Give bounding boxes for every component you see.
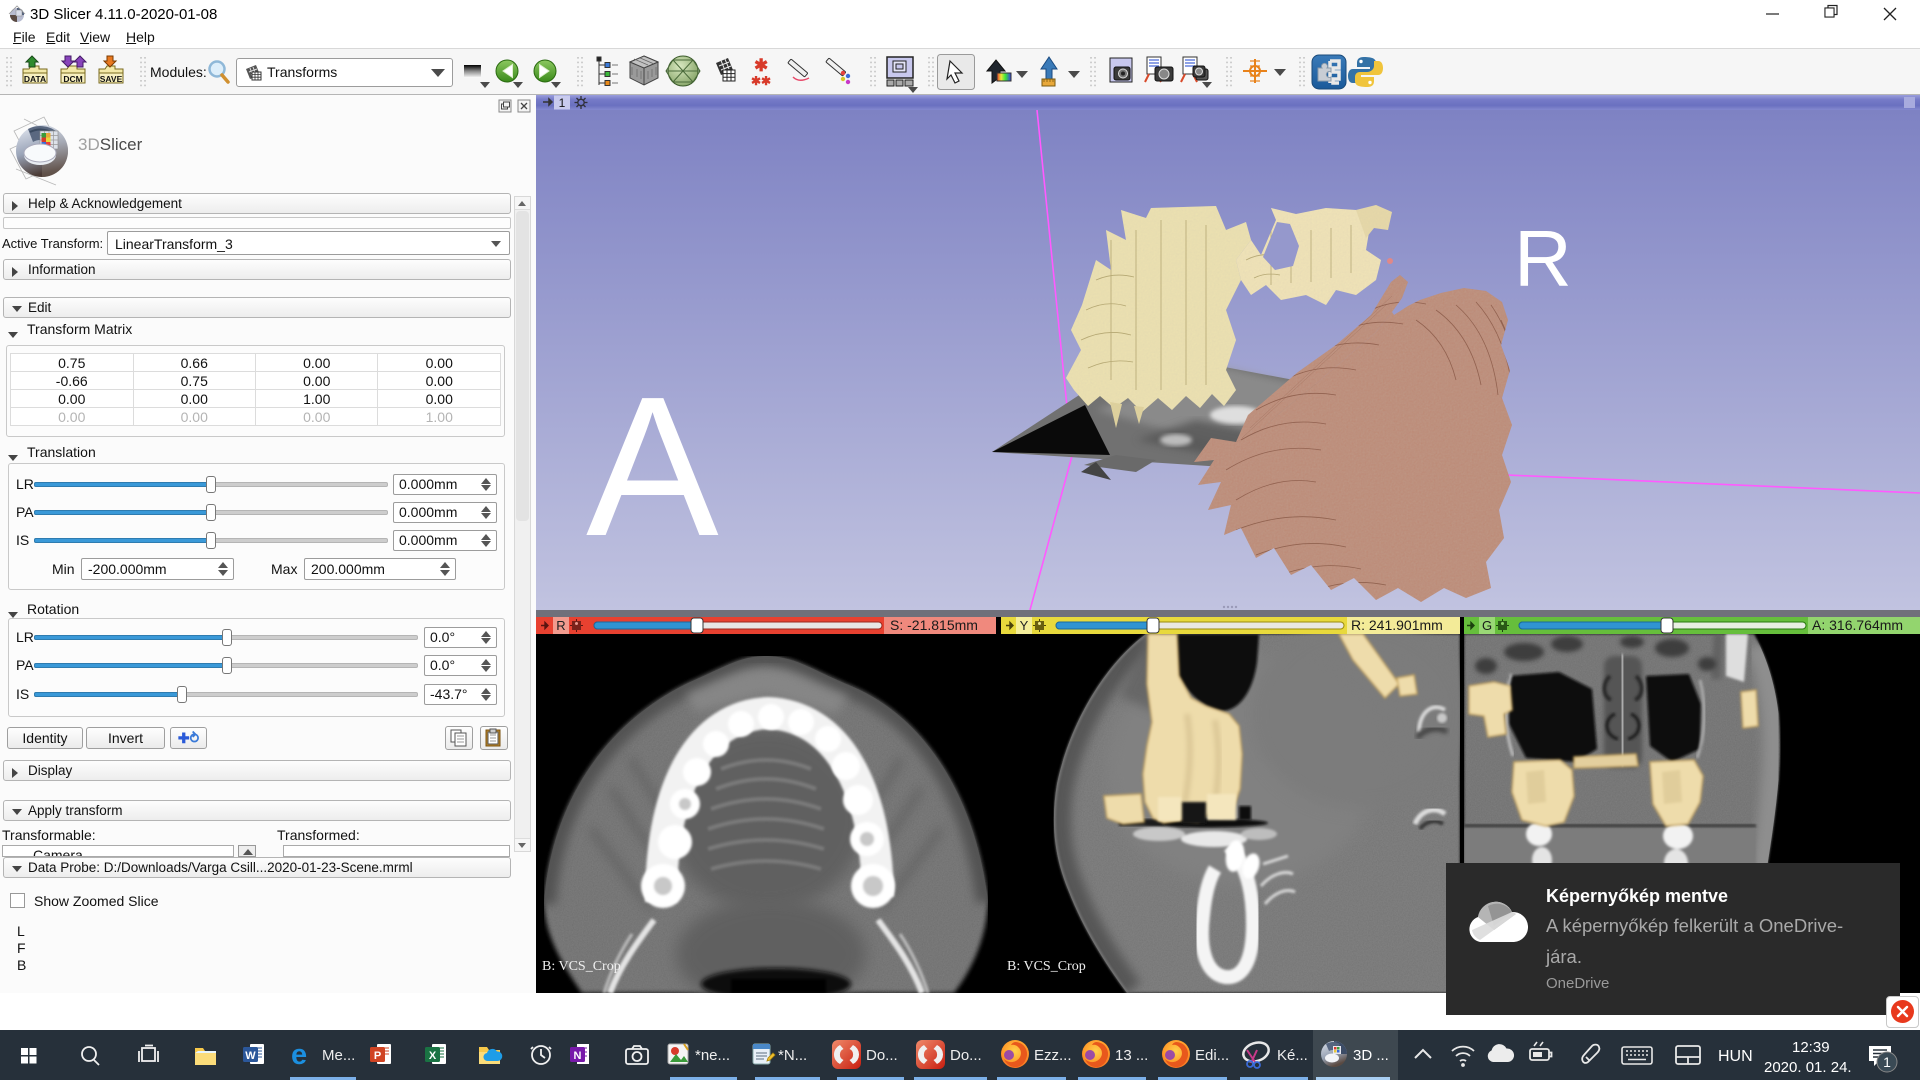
svg-text:✱: ✱: [754, 56, 768, 75]
svg-text:13 ...: 13 ...: [1115, 1047, 1148, 1064]
svg-text:G: G: [1482, 618, 1492, 633]
svg-text:Modules:: Modules:: [150, 64, 207, 80]
svg-text:SAVE: SAVE: [100, 74, 123, 84]
svg-text:12:39: 12:39: [1792, 1039, 1830, 1056]
svg-text:HUN: HUN: [1718, 1048, 1753, 1065]
svg-text:W: W: [245, 1050, 256, 1062]
svg-text:3D ...: 3D ...: [1353, 1047, 1389, 1064]
svg-text:A: A: [586, 356, 719, 578]
svg-text:1: 1: [1883, 1054, 1891, 1070]
svg-text:S: -21.815mm: S: -21.815mm: [890, 617, 978, 633]
svg-text:1: 1: [559, 96, 566, 110]
svg-text:Me...: Me...: [322, 1047, 355, 1064]
svg-text:B: VCS_Crop: B: VCS_Crop: [1007, 959, 1086, 974]
svg-text:2020. 01. 24.: 2020. 01. 24.: [1764, 1059, 1852, 1076]
svg-text:B: VCS_Crop: B: VCS_Crop: [542, 959, 621, 974]
svg-text:✱✱: ✱✱: [751, 74, 771, 88]
svg-text:*ne...: *ne...: [695, 1047, 730, 1064]
svg-text:R: R: [1514, 214, 1572, 303]
svg-text:e: e: [291, 1039, 307, 1071]
svg-text:Do...: Do...: [866, 1047, 898, 1064]
svg-text:R: 241.901mm: R: 241.901mm: [1351, 617, 1443, 633]
svg-text:N: N: [574, 1050, 582, 1062]
svg-text:Y: Y: [1020, 618, 1029, 633]
svg-text:*N...: *N...: [778, 1047, 807, 1064]
svg-text:X: X: [429, 1050, 437, 1062]
svg-text:DATA: DATA: [24, 74, 46, 84]
svg-text:R: R: [556, 618, 565, 633]
svg-text:Edi...: Edi...: [1195, 1047, 1229, 1064]
svg-text:Transforms: Transforms: [267, 64, 337, 80]
svg-text:A: 316.764mm: A: 316.764mm: [1812, 617, 1903, 633]
svg-text:Ezz...: Ezz...: [1034, 1047, 1072, 1064]
svg-text:Ké...: Ké...: [1277, 1047, 1308, 1064]
svg-text:Do...: Do...: [950, 1047, 982, 1064]
svg-text:P: P: [374, 1050, 381, 1062]
svg-text:DCM: DCM: [63, 74, 82, 84]
